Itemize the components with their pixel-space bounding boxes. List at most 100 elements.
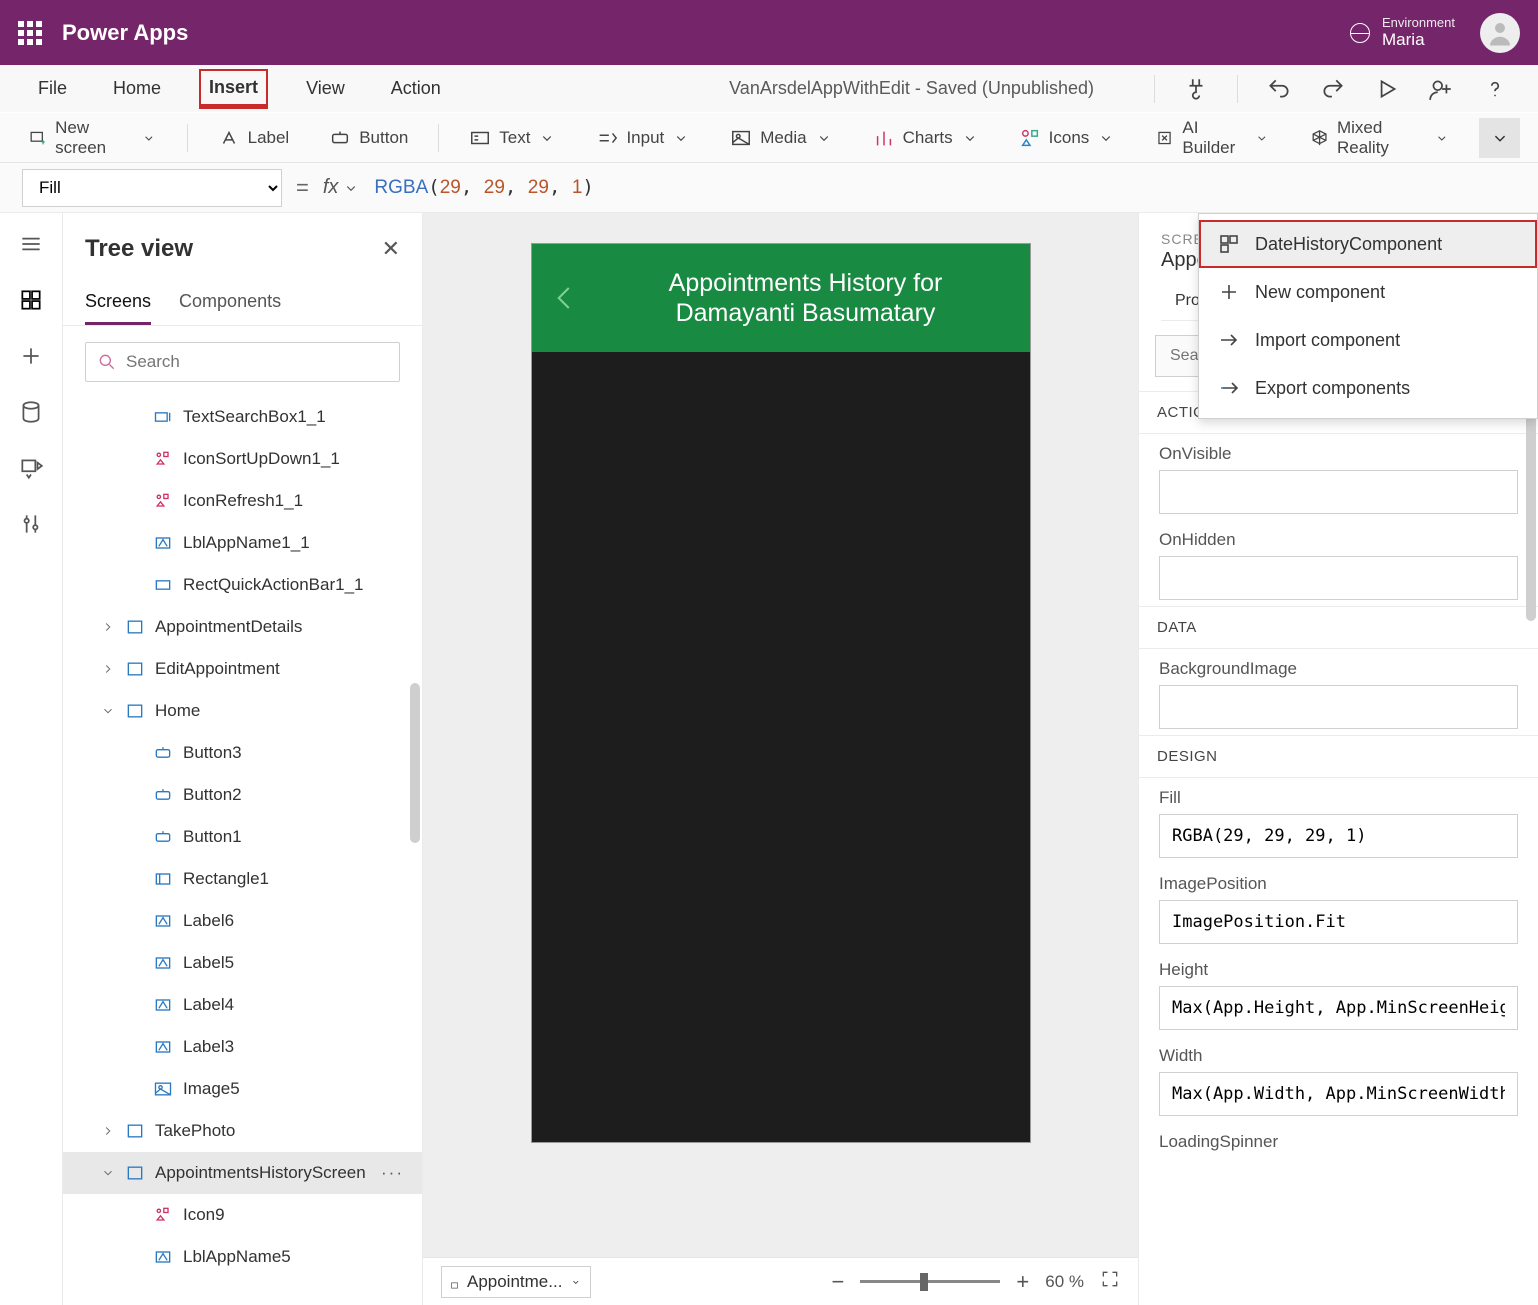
search-icon xyxy=(97,352,117,372)
tree-node[interactable]: TextSearchBox1_1 xyxy=(63,396,422,438)
environment-picker[interactable]: Environment Maria xyxy=(1350,15,1455,50)
icons-dropdown[interactable]: Icons xyxy=(1009,121,1126,155)
settings-rail-icon[interactable] xyxy=(18,511,44,537)
onhidden-label: OnHidden xyxy=(1159,530,1518,550)
tree-view-rail-icon[interactable] xyxy=(18,287,44,313)
app-header: Power Apps Environment Maria xyxy=(0,0,1538,65)
ai-builder-dropdown[interactable]: AI Builder xyxy=(1145,112,1280,164)
play-icon[interactable] xyxy=(1374,76,1400,102)
menu-action[interactable]: Action xyxy=(383,72,449,105)
menu-view[interactable]: View xyxy=(298,72,353,105)
tree-title: Tree view xyxy=(85,235,193,263)
tree-node[interactable]: RectQuickActionBar1_1 xyxy=(63,564,422,606)
close-icon[interactable]: ✕ xyxy=(382,236,400,262)
component-icon xyxy=(1217,232,1241,256)
tree-screen-selected[interactable]: AppointmentsHistoryScreen··· xyxy=(63,1152,422,1194)
mixed-reality-dropdown[interactable]: Mixed Reality xyxy=(1300,112,1460,164)
fill-label: Fill xyxy=(1159,788,1518,808)
width-label: Width xyxy=(1159,1046,1518,1066)
avatar[interactable] xyxy=(1480,13,1520,53)
waffle-icon[interactable] xyxy=(18,21,42,45)
tab-screens[interactable]: Screens xyxy=(85,281,151,325)
screen-selector[interactable]: Appointme... xyxy=(441,1266,591,1298)
menu-bar: File Home Insert View Action VanArsdelAp… xyxy=(0,65,1538,113)
fx-icon[interactable]: fx xyxy=(323,176,361,199)
loadingspinner-label: LoadingSpinner xyxy=(1159,1132,1518,1152)
height-input[interactable] xyxy=(1159,986,1518,1030)
tree-node[interactable]: Label4 xyxy=(63,984,422,1026)
dropdown-new-component[interactable]: New component xyxy=(1199,268,1537,316)
backgroundimage-input[interactable] xyxy=(1159,685,1518,729)
tree-screen[interactable]: AppointmentDetails xyxy=(63,606,422,648)
dropdown-date-history-component[interactable]: DateHistoryComponent xyxy=(1199,220,1537,268)
tree-view-panel: Tree view ✕ Screens Components TextSearc… xyxy=(63,213,423,1305)
button-button[interactable]: Button xyxy=(319,121,418,155)
media-dropdown[interactable]: Media xyxy=(720,121,842,155)
input-dropdown[interactable]: Input xyxy=(586,121,700,155)
canvas-area[interactable]: Appointments History for Damayanti Basum… xyxy=(423,213,1138,1305)
environment-text: Environment Maria xyxy=(1382,15,1455,50)
phone-title: Appointments History for Damayanti Basum… xyxy=(600,268,1012,328)
zoom-slider[interactable] xyxy=(860,1280,1000,1283)
tree-node[interactable]: LblAppName5 xyxy=(63,1236,422,1278)
menu-home[interactable]: Home xyxy=(105,72,169,105)
new-screen-button[interactable]: New screen xyxy=(18,112,167,164)
help-icon[interactable] xyxy=(1482,76,1508,102)
insert-ribbon: New screen Label Button Text Input Media… xyxy=(0,113,1538,163)
phone-preview[interactable]: Appointments History for Damayanti Basum… xyxy=(531,243,1031,1143)
tree-screen-home[interactable]: Home xyxy=(63,690,422,732)
globe-icon xyxy=(1350,23,1370,43)
insert-rail-icon[interactable] xyxy=(18,343,44,369)
tree-screen[interactable]: EditAppointment xyxy=(63,648,422,690)
tree-node[interactable]: Rectangle1 xyxy=(63,858,422,900)
undo-icon[interactable] xyxy=(1266,76,1292,102)
fill-input[interactable] xyxy=(1159,814,1518,858)
tree-node[interactable]: LblAppName1_1 xyxy=(63,522,422,564)
imageposition-input[interactable] xyxy=(1159,900,1518,944)
data-rail-icon[interactable] xyxy=(18,399,44,425)
tree-node[interactable]: Button1 xyxy=(63,816,422,858)
tree-node[interactable]: Button2 xyxy=(63,774,422,816)
tree-screen[interactable]: TakePhoto xyxy=(63,1110,422,1152)
tree-node[interactable]: Icon9 xyxy=(63,1194,422,1236)
media-rail-icon[interactable] xyxy=(18,455,44,481)
tree-node[interactable]: IconRefresh1_1 xyxy=(63,480,422,522)
canvas-status-bar: Appointme... − + 60 % xyxy=(423,1257,1138,1305)
hamburger-icon[interactable] xyxy=(18,231,44,257)
zoom-out-icon[interactable]: − xyxy=(832,1269,845,1295)
ribbon-overflow-button[interactable] xyxy=(1479,118,1520,158)
dropdown-export-components[interactable]: Export components xyxy=(1199,364,1537,412)
label-button[interactable]: Label xyxy=(208,121,300,155)
formula-property-select[interactable]: Fill xyxy=(22,169,282,207)
share-icon[interactable] xyxy=(1428,76,1454,102)
phone-header: Appointments History for Damayanti Basum… xyxy=(532,244,1030,352)
menu-insert[interactable]: Insert xyxy=(199,69,268,109)
tree-search-input[interactable] xyxy=(85,342,400,382)
redo-icon[interactable] xyxy=(1320,76,1346,102)
onhidden-input[interactable] xyxy=(1159,556,1518,600)
back-icon[interactable] xyxy=(550,283,580,313)
tree-node[interactable]: Label5 xyxy=(63,942,422,984)
tree-node[interactable]: Label3 xyxy=(63,1026,422,1068)
tree-node[interactable]: IconSortUpDown1_1 xyxy=(63,438,422,480)
charts-dropdown[interactable]: Charts xyxy=(863,121,989,155)
tree-search[interactable] xyxy=(85,342,400,382)
tree-node[interactable]: Image5 xyxy=(63,1068,422,1110)
tree-node[interactable]: Button3 xyxy=(63,732,422,774)
tree-scrollbar[interactable] xyxy=(410,683,420,843)
backgroundimage-label: BackgroundImage xyxy=(1159,659,1518,679)
more-icon[interactable]: ··· xyxy=(381,1163,404,1183)
onvisible-input[interactable] xyxy=(1159,470,1518,514)
formula-input[interactable]: RGBA(29, 29, 29, 1) xyxy=(374,176,1520,199)
app-checker-icon[interactable] xyxy=(1183,76,1209,102)
width-input[interactable] xyxy=(1159,1072,1518,1116)
tab-components[interactable]: Components xyxy=(179,281,281,325)
menu-file[interactable]: File xyxy=(30,72,75,105)
text-dropdown[interactable]: Text xyxy=(459,121,566,155)
fit-icon[interactable] xyxy=(1100,1269,1120,1294)
custom-components-dropdown: DateHistoryComponent New component Impor… xyxy=(1198,213,1538,419)
dropdown-import-component[interactable]: Import component xyxy=(1199,316,1537,364)
onvisible-label: OnVisible xyxy=(1159,444,1518,464)
zoom-in-icon[interactable]: + xyxy=(1016,1269,1029,1295)
tree-node[interactable]: Label6 xyxy=(63,900,422,942)
